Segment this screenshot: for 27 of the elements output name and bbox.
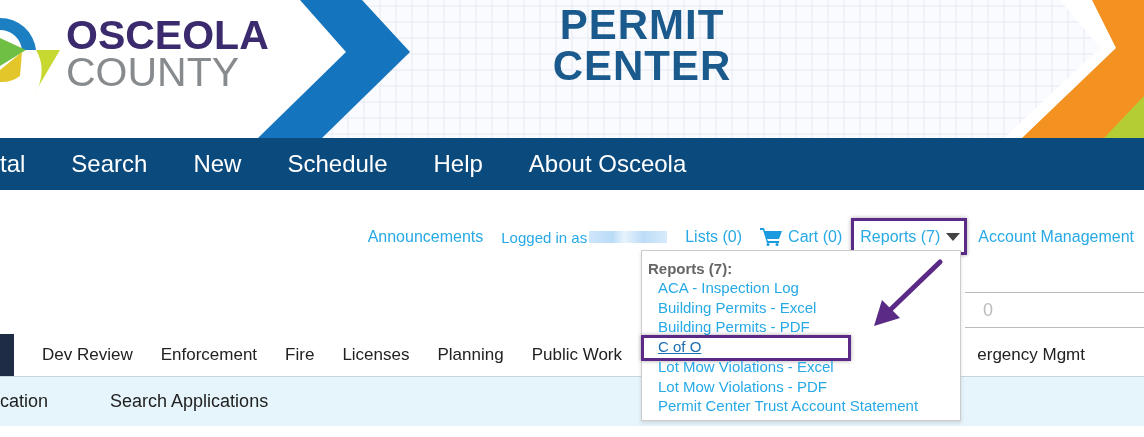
module-tab[interactable]: Licenses <box>342 334 410 376</box>
module-tab[interactable]: Dev Review <box>42 334 133 376</box>
report-link[interactable]: C of O <box>658 337 702 357</box>
sub-tab[interactable]: Search Applications <box>110 391 269 412</box>
site-title: CENTER <box>552 45 732 86</box>
module-tab[interactable] <box>0 334 14 376</box>
module-tab[interactable]: ergency Mgmt <box>977 334 1085 376</box>
logo-text: COUNTY <box>66 54 241 90</box>
logo-text: OSCEOLA <box>66 16 269 54</box>
nav-item[interactable]: Help <box>433 150 483 178</box>
cart-icon <box>760 228 783 246</box>
nav-item[interactable]: Schedule <box>287 150 388 178</box>
dropdown-heading: Reports (7): <box>648 259 734 278</box>
site-title: PERMIT <box>559 4 725 45</box>
annotation-arrow <box>874 259 943 326</box>
nav-item[interactable]: Search <box>71 150 148 178</box>
search-field[interactable]: 0 <box>965 292 1144 328</box>
module-tab[interactable]: Fire <box>285 334 315 376</box>
login-status: Logged in as <box>501 228 588 246</box>
module-tab[interactable]: Planning <box>437 334 504 376</box>
module-tab[interactable]: Enforcement <box>160 334 258 376</box>
caret-icon <box>946 233 961 241</box>
nav-item[interactable]: tal <box>0 150 26 178</box>
sub-tab[interactable]: cation <box>0 391 49 412</box>
module-tab[interactable]: Public Work <box>531 334 623 376</box>
nav-item[interactable]: About Osceola <box>528 150 687 178</box>
nav-item[interactable]: New <box>193 150 242 178</box>
